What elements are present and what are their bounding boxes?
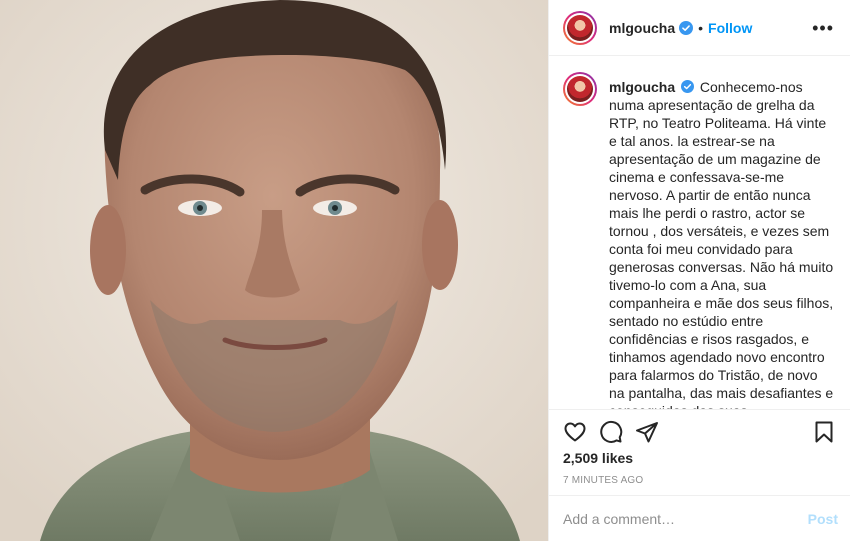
caption-text: mlgoucha Conhecemo-nos numa apresentação… <box>609 78 835 409</box>
add-comment-bar: Post <box>549 495 850 541</box>
timestamp[interactable]: 7 MINUTES AGO <box>563 475 643 486</box>
verified-badge-icon <box>679 20 694 35</box>
caption-row: mlgoucha Conhecemo-nos numa apresentação… <box>563 72 842 409</box>
follow-button[interactable]: Follow <box>708 20 752 36</box>
separator-dot: • <box>698 19 704 36</box>
share-icon[interactable] <box>635 420 659 444</box>
more-options-icon[interactable]: ••• <box>812 19 834 37</box>
username[interactable]: mlgoucha <box>609 20 675 36</box>
caption-body: Conhecemo-nos numa apresentação de grelh… <box>609 79 834 409</box>
comments-section[interactable]: mlgoucha Conhecemo-nos numa apresentação… <box>549 56 850 409</box>
action-bar <box>549 409 850 453</box>
portrait-image <box>0 0 548 541</box>
caption-avatar[interactable] <box>563 72 597 106</box>
bookmark-icon[interactable] <box>812 420 836 444</box>
post-sidebar: mlgoucha • Follow ••• mlgoucha Conhecemo… <box>548 0 850 541</box>
post-photo[interactable] <box>0 0 548 541</box>
instagram-post: mlgoucha • Follow ••• mlgoucha Conhecemo… <box>0 0 850 541</box>
post-comment-button[interactable]: Post <box>808 511 838 527</box>
like-count[interactable]: 2,509 likes <box>563 450 633 466</box>
post-header: mlgoucha • Follow ••• <box>549 0 850 56</box>
verified-badge-icon <box>681 80 695 93</box>
heart-icon[interactable] <box>563 420 587 444</box>
avatar[interactable] <box>563 10 597 45</box>
caption-username[interactable]: mlgoucha <box>609 79 675 95</box>
comment-icon[interactable] <box>599 420 623 444</box>
comment-input[interactable] <box>563 510 808 527</box>
